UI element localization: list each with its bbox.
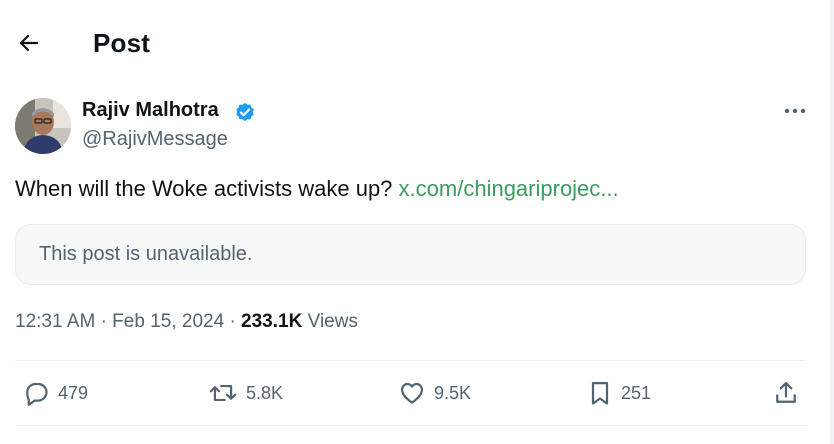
repost-button[interactable]: 5.8K [208,378,283,408]
like-count: 9.5K [434,382,472,403]
bookmark-button[interactable]: 251 [587,378,651,408]
unavailable-message: This post is unavailable. [39,243,253,265]
post-time[interactable]: 12:31 AM [15,311,95,332]
action-bar: 479 5.8K 9.5K 251 [0,370,830,414]
author-handle[interactable]: @RajivMessage [82,128,228,151]
repost-icon [209,384,237,402]
reply-button[interactable]: 479 [22,378,88,408]
quoted-post-unavailable: This post is unavailable. [15,224,806,285]
post-meta: 12:31 AM · Feb 15, 2024 · 233.1K Views [15,311,358,333]
post-link[interactable]: x.com/chingariprojec... [399,176,619,201]
reply-count: 479 [58,382,89,403]
like-button[interactable]: 9.5K [398,378,471,408]
header: Post [0,0,830,86]
more-options-button[interactable] [780,100,810,122]
divider [15,360,806,361]
avatar[interactable] [15,98,71,154]
views-count: 233.1K [241,311,303,332]
share-button[interactable] [772,378,800,408]
scroll-edge [830,0,834,444]
reply-icon [26,382,48,406]
author-name[interactable]: Rajiv Malhotra [82,99,219,122]
post-date[interactable]: Feb 15, 2024 [112,311,224,332]
back-button[interactable] [14,28,44,58]
bookmark-icon [591,381,609,405]
verified-badge-icon [236,102,254,122]
share-icon [776,381,796,403]
page-title: Post [93,28,151,58]
divider [15,425,806,426]
bookmark-count: 251 [621,382,652,403]
views-label: Views [307,311,358,332]
repost-count: 5.8K [246,382,284,403]
like-icon [400,382,424,404]
back-arrow-icon [19,34,39,52]
post-body: When will the Woke activists wake up? [15,176,393,201]
more-icon [784,108,806,114]
meta-separator: · [229,311,236,332]
meta-separator: · [100,311,107,332]
post-text: When will the Woke activists wake up? x.… [15,174,619,204]
